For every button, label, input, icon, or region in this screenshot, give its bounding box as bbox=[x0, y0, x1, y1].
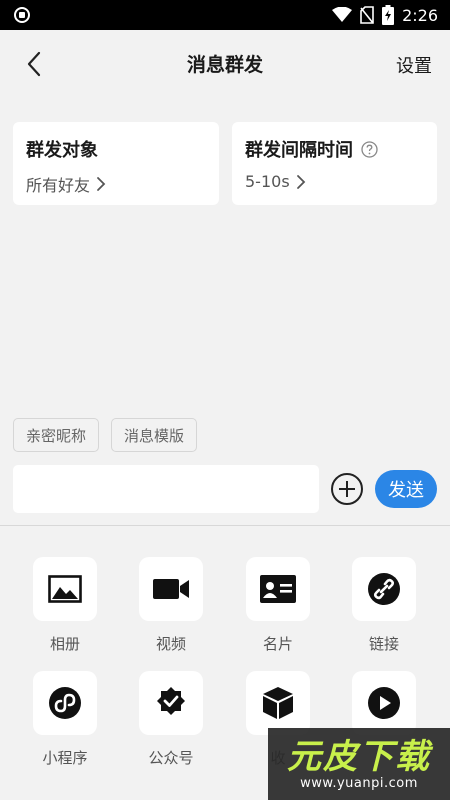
official-account-icon bbox=[157, 687, 185, 715]
box-icon bbox=[263, 687, 293, 719]
play-icon bbox=[368, 687, 400, 719]
composer: 发送 bbox=[13, 465, 437, 513]
tool-video[interactable]: 视频 bbox=[118, 557, 224, 654]
tool-mini-program[interactable]: 小程序 bbox=[12, 671, 118, 768]
battery-charging-icon bbox=[382, 5, 395, 25]
tool-label: 视频 bbox=[155, 635, 186, 653]
watermark-text: 元皮下载 bbox=[287, 736, 431, 777]
no-sim-icon bbox=[360, 6, 374, 24]
tile bbox=[352, 557, 416, 621]
status-bar: 2:26 bbox=[0, 0, 450, 30]
send-target-value: 所有好友 bbox=[26, 176, 91, 195]
card-value: 5-10s bbox=[245, 172, 424, 191]
chevron-right-icon bbox=[97, 177, 106, 191]
tool-label: 相册 bbox=[49, 635, 80, 653]
shield-icon bbox=[14, 7, 30, 23]
card-title: 群发间隔时间 bbox=[245, 136, 424, 162]
settings-button[interactable]: 设置 bbox=[396, 52, 432, 78]
insert-chips: 亲密昵称 消息模版 bbox=[13, 418, 198, 452]
watermark-url: www.yuanpi.com bbox=[300, 775, 418, 791]
tile bbox=[139, 671, 203, 735]
photo-album-icon bbox=[48, 575, 82, 603]
card-title: 群发对象 bbox=[26, 136, 206, 162]
template-chip[interactable]: 消息模版 bbox=[111, 418, 198, 452]
tool-contact-card[interactable]: 名片 bbox=[225, 557, 331, 654]
app-header: 消息群发 设置 bbox=[0, 30, 450, 98]
tool-label: 名片 bbox=[262, 635, 293, 653]
nickname-chip[interactable]: 亲密昵称 bbox=[13, 418, 100, 452]
send-interval-value: 5-10s bbox=[245, 172, 290, 191]
send-button[interactable]: 发送 bbox=[375, 470, 437, 508]
divider bbox=[0, 525, 450, 526]
send-target-card[interactable]: 群发对象 所有好友 bbox=[13, 122, 219, 205]
tile bbox=[33, 671, 97, 735]
wifi-icon bbox=[332, 7, 353, 22]
tool-label: 链接 bbox=[368, 635, 399, 653]
tool-label: 公众号 bbox=[148, 749, 194, 767]
page-title: 消息群发 bbox=[186, 54, 263, 76]
chevron-right-icon bbox=[296, 174, 305, 189]
tool-album[interactable]: 相册 bbox=[12, 557, 118, 654]
clock-text: 2:26 bbox=[402, 5, 438, 25]
mini-program-icon bbox=[49, 687, 81, 719]
tile bbox=[139, 557, 203, 621]
send-interval-title: 群发间隔时间 bbox=[245, 140, 353, 161]
link-icon bbox=[368, 573, 400, 605]
send-target-title: 群发对象 bbox=[26, 140, 98, 161]
tile bbox=[33, 557, 97, 621]
tile bbox=[352, 671, 416, 735]
send-interval-card[interactable]: 群发间隔时间 5-10s bbox=[232, 122, 437, 205]
contact-card-icon bbox=[260, 575, 296, 603]
message-input[interactable] bbox=[13, 465, 319, 513]
video-camera-icon bbox=[153, 579, 189, 599]
tool-link[interactable]: 链接 bbox=[331, 557, 437, 654]
status-right: 2:26 bbox=[332, 0, 438, 30]
add-button[interactable] bbox=[331, 473, 363, 505]
card-value: 所有好友 bbox=[26, 172, 206, 196]
help-icon[interactable] bbox=[361, 140, 378, 158]
tile bbox=[246, 671, 310, 735]
watermark: 元皮下载 www.yuanpi.com bbox=[268, 728, 450, 800]
tool-label: 小程序 bbox=[42, 749, 88, 767]
tool-official-account[interactable]: 公众号 bbox=[118, 671, 224, 768]
tile bbox=[246, 557, 310, 621]
